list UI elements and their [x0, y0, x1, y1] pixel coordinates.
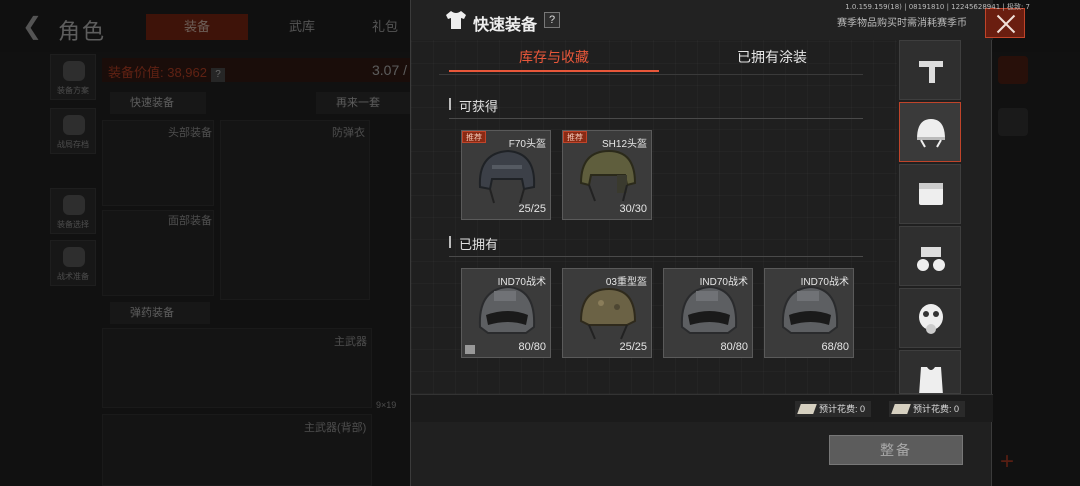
section-obtainable-title: 可获得 [449, 96, 498, 115]
item-card[interactable]: IND70战术 80/80 [663, 268, 753, 358]
sidebar-item-equipment-select[interactable]: 装备选择 [50, 188, 96, 234]
shirt-icon [446, 11, 466, 29]
recommend-badge: 推荐 [462, 131, 486, 143]
gear-slot-icon[interactable] [998, 108, 1028, 136]
storage-box-icon [465, 345, 475, 354]
category-helmet[interactable] [899, 102, 961, 162]
item-durability: 30/30 [619, 203, 647, 215]
section-divider [449, 256, 863, 257]
tactical-icon [63, 247, 85, 267]
value-help-button[interactable]: ? [211, 68, 225, 82]
estimated-cost-text: 预计花费: 0 [913, 404, 960, 414]
item-card[interactable]: 推荐 F70头盔 25/25 [461, 130, 551, 220]
quick-equip-modal: 快速装备 ? 赛季物品购买时需消耗赛季币 库存与收藏 已拥有涂装 可获得 推荐 … [410, 0, 993, 486]
coin-icon [891, 404, 911, 414]
background-tab-packs[interactable]: 礼包 [360, 14, 410, 40]
ammo-caliber: 9×19 [376, 400, 397, 410]
slot-primary-label: 主武器 [334, 336, 367, 348]
item-content: 库存与收藏 已拥有涂装 可获得 推荐 F70头盔 25/25 推荐 SH12头盔… [411, 40, 897, 394]
section-divider [449, 118, 863, 119]
background-quick-equip-button[interactable]: 快速装备 [110, 92, 206, 114]
item-name: IND70战术 [800, 277, 849, 288]
tab-inventory[interactable]: 库存与收藏 [449, 46, 659, 72]
category-night-vision[interactable] [899, 226, 961, 286]
armor-vest-icon [919, 367, 943, 393]
helmet-icon [579, 149, 637, 202]
item-card[interactable]: 03重型盔 25/25 [562, 268, 652, 358]
season-coin-note: 赛季物品购买时需消耗赛季币 [837, 18, 967, 29]
item-name: IND70战术 [497, 277, 546, 288]
sidebar-item-label: 战局存档 [57, 140, 89, 149]
sidebar-item-archive[interactable]: 战局存档 [50, 108, 96, 154]
close-icon[interactable] [985, 8, 1025, 38]
buy-again-button[interactable]: 再来一套 [316, 92, 410, 114]
item-durability: 80/80 [720, 341, 748, 353]
sidebar-item-label: 装备方案 [57, 86, 89, 95]
night-vision-icon [917, 247, 945, 271]
helmet-icon [579, 287, 637, 340]
item-card[interactable]: IND70战术 68/80 [764, 268, 854, 358]
pouch-icon [919, 183, 943, 205]
sidebar-item-loadout[interactable]: 装备方案 [50, 54, 96, 100]
background-tab-equipment[interactable]: 装备 [146, 14, 248, 40]
help-button[interactable]: ? [544, 12, 560, 28]
item-name: IND70战术 [699, 277, 748, 288]
estimated-cost-text: 预计花费: 0 [819, 404, 866, 414]
gas-mask-icon [919, 304, 943, 334]
equipment-value-text: 装备价值: 38,962 [108, 65, 207, 80]
sidebar-item-label: 战术准备 [57, 272, 89, 281]
archive-icon [63, 115, 85, 135]
estimated-cost: 预计花费: 0 [795, 401, 872, 417]
cost-bar: 预计花费: 0 预计花费: 0 [411, 394, 993, 422]
item-durability: 25/25 [619, 341, 647, 353]
helmet-icon [478, 285, 536, 334]
item-card[interactable]: 推荐 SH12头盔 30/30 [562, 130, 652, 220]
item-durability: 68/80 [821, 341, 849, 353]
item-durability: 80/80 [518, 341, 546, 353]
estimated-cost: 预计花费: 0 [889, 401, 966, 417]
section-owned-title: 已拥有 [449, 234, 498, 253]
category-rail [899, 40, 961, 394]
supply-button[interactable]: 弹药装备 [110, 302, 210, 324]
slot-face-label: 面部装备 [168, 215, 212, 227]
slot-primary-back-label: 主武器(背部) [304, 422, 367, 434]
coin-icon [797, 404, 817, 414]
version-info: 1.0.159.159(18) | 08191810 | 12245628941… [845, 3, 1030, 11]
helmet-icon [680, 285, 738, 334]
item-name: 03重型盔 [605, 277, 647, 288]
slot-head-label: 头部装备 [168, 127, 212, 139]
item-durability: 25/25 [518, 203, 546, 215]
back-arrow-icon[interactable]: ❮ [22, 12, 42, 41]
item-card[interactable]: IND70战术 80/80 [461, 268, 551, 358]
background-tab-armory[interactable]: 武库 [262, 14, 342, 40]
add-icon[interactable]: + [1000, 448, 1014, 476]
weapon-icon [919, 61, 943, 83]
helmet-icon [917, 119, 945, 148]
tabs-divider [439, 74, 863, 75]
helmet-icon [781, 285, 839, 334]
background-title: 角色 [58, 19, 107, 44]
category-pouch[interactable] [899, 164, 961, 224]
mask-icon [63, 195, 85, 215]
helmet-icon [478, 149, 536, 204]
tab-owned-skins[interactable]: 已拥有涂装 [677, 46, 867, 72]
equip-button[interactable]: 整备 [829, 435, 963, 465]
category-armor-vest[interactable] [899, 350, 961, 394]
modal-title: 快速装备 [473, 17, 538, 34]
slot-primary[interactable] [102, 328, 372, 408]
category-weapon[interactable] [899, 40, 961, 100]
item-name: F70头盔 [508, 139, 546, 150]
sidebar-item-label: 装备选择 [57, 220, 89, 229]
weight-readout: 3.07 / [372, 62, 408, 78]
item-name: SH12头盔 [601, 139, 647, 150]
slot-armor[interactable] [220, 120, 370, 300]
category-gas-mask[interactable] [899, 288, 961, 348]
recommend-badge: 推荐 [563, 131, 587, 143]
equipment-value: 装备价值: 38,962? [108, 62, 225, 82]
sidebar-item-tactical[interactable]: 战术准备 [50, 240, 96, 286]
loadout-icon [63, 61, 85, 81]
slot-armor-label: 防弹衣 [332, 127, 365, 139]
backpack-icon[interactable] [998, 56, 1028, 84]
